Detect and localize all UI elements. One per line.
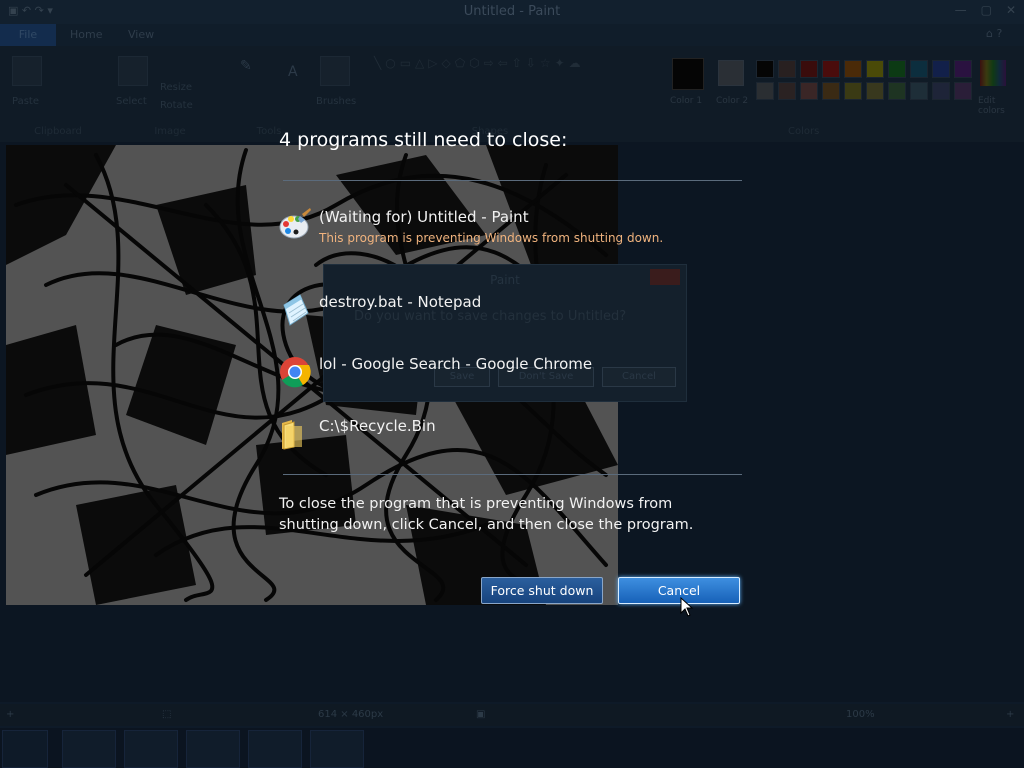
program-name: C:\$Recycle.Bin — [319, 417, 436, 435]
program-name: lol - Google Search - Google Chrome — [319, 355, 593, 373]
program-name: (Waiting for) Untitled - Paint — [319, 208, 529, 226]
program-name: destroy.bat - Notepad — [319, 293, 482, 311]
shutdown-instructions: To close the program that is preventing … — [279, 496, 694, 533]
shutdown-blocker-screen: 4 programs still need to close: (Waiting… — [0, 0, 1024, 768]
program-warning: This program is preventing Windows from … — [319, 231, 664, 245]
mouse-cursor-icon — [680, 597, 694, 617]
force-shut-down-button[interactable]: Force shut down — [481, 577, 603, 604]
cancel-button[interactable]: Cancel — [618, 577, 740, 604]
notepad-icon — [283, 294, 309, 326]
divider-top — [283, 180, 742, 181]
shutdown-heading: 4 programs still need to close: — [279, 129, 568, 151]
folder-icon — [282, 420, 302, 450]
paint-icon — [279, 208, 311, 239]
chrome-icon — [280, 357, 311, 388]
divider-bottom — [283, 474, 742, 475]
